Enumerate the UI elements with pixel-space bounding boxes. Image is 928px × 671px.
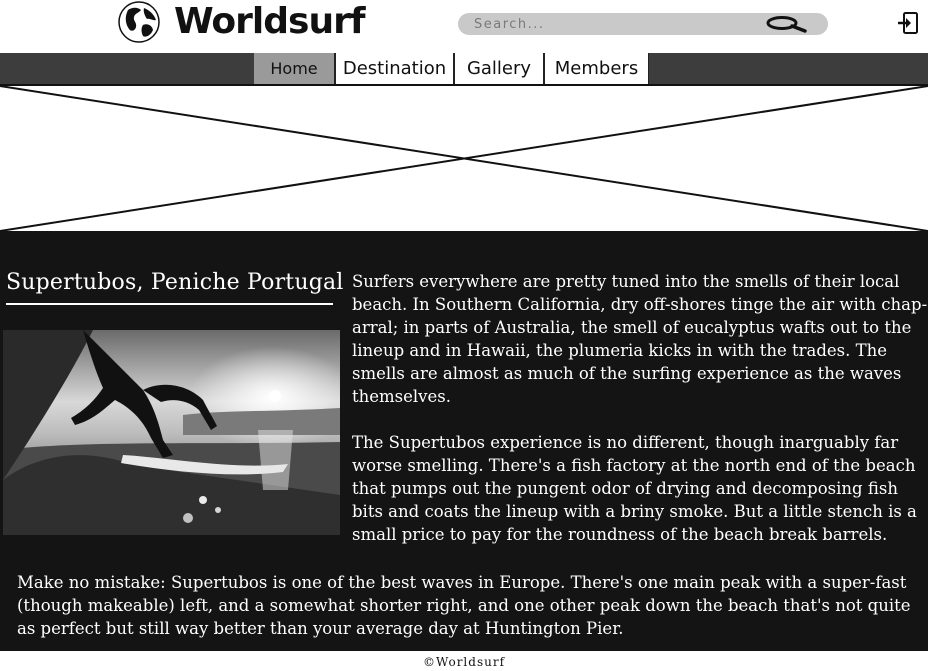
- tab-members[interactable]: Members: [545, 53, 649, 84]
- tab-gallery[interactable]: Gallery: [455, 53, 545, 84]
- hero-image-placeholder: [0, 86, 928, 231]
- copyright-text: ©Worldsurf: [422, 655, 506, 669]
- article-paragraph: Make no mistake: Supertubos is one of th…: [17, 573, 911, 638]
- search-input[interactable]: [474, 15, 754, 33]
- article-title: Supertubos, Peniche Portugal: [6, 270, 344, 295]
- article-paragraph: Surfers everywhere are pretty tuned into…: [352, 272, 928, 406]
- title-divider: [6, 303, 333, 305]
- tab-destination[interactable]: Destination: [336, 53, 455, 84]
- article-paragraph: The Supertubos experience is no differen…: [352, 433, 917, 544]
- site-logo[interactable]: Worldsurf: [174, 0, 365, 44]
- surfer-photo: [3, 330, 340, 535]
- tab-home[interactable]: Home: [254, 53, 336, 84]
- search-icon[interactable]: [765, 15, 807, 33]
- login-icon[interactable]: [896, 11, 920, 35]
- globe-icon[interactable]: [118, 1, 160, 43]
- main-nav: Home Destination Gallery Members: [0, 53, 928, 86]
